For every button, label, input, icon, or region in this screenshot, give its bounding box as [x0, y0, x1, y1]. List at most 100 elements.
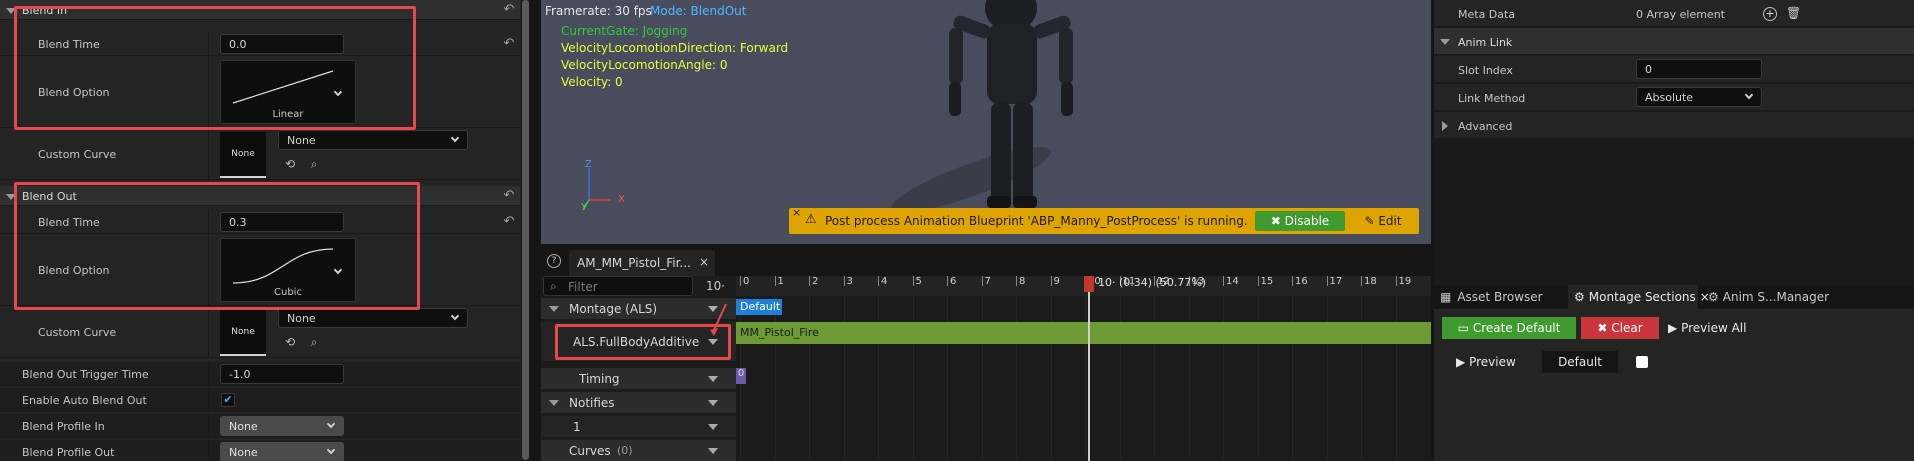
postprocess-warning-bar: × ⚠ Post process Animation Blueprint 'AB…	[789, 206, 1419, 234]
axis-y-label: Y	[581, 202, 588, 213]
anim-segment[interactable]: MM_Pistol_Fire	[736, 322, 1431, 344]
reset-to-default-icon[interactable]: ↶	[502, 215, 516, 229]
reset-to-default-icon[interactable]: ↶	[502, 3, 516, 17]
timeline-tick-label: 4	[881, 276, 888, 287]
timeline-gridline	[1326, 286, 1328, 461]
property-row-blend-out-custom-curve: Custom Curve None None ⟲ ⌕	[0, 306, 520, 358]
timeline-tick-label: 6	[950, 276, 957, 287]
track-notifies[interactable]: Notifies	[541, 392, 736, 414]
clear-button[interactable]: ✖ Clear	[1581, 317, 1659, 339]
collapse-arrow-icon[interactable]	[549, 400, 559, 406]
timeline-tick-label: 14	[1226, 276, 1239, 287]
button-label: Create Default	[1472, 321, 1561, 335]
custom-curve-thumbnail[interactable]: None	[220, 132, 266, 178]
preview-viewport[interactable]: Framerate: 30 fps Mode: BlendOut Current…	[541, 0, 1431, 244]
timeline-tick-label: 15	[1260, 276, 1274, 287]
dropdown-arrow-icon[interactable]	[708, 400, 718, 406]
chevron-down-icon	[326, 419, 336, 429]
search-icon: ⌕	[550, 279, 557, 293]
button-label: Preview	[1469, 355, 1516, 369]
tab-anim-slot-manager[interactable]: ⚙ Anim S...Manager	[1702, 285, 1832, 309]
annotation-arrow	[710, 303, 727, 336]
custom-curve-dropdown[interactable]: None	[278, 130, 468, 150]
close-icon[interactable]: ×	[699, 255, 709, 269]
tab-montage-asset[interactable]: AM_MM_Pistol_Fir... ×	[569, 250, 715, 276]
find-in-browser-icon[interactable]: ⌕	[306, 156, 322, 172]
edit-button[interactable]: ✎ Edit	[1355, 211, 1411, 231]
find-in-browser-icon[interactable]: ⌕	[306, 334, 322, 350]
property-label: Blend Profile Out	[22, 446, 115, 459]
property-label: Enable Auto Blend Out	[22, 394, 147, 407]
add-element-icon[interactable]: +	[1763, 7, 1777, 21]
timeline-tick	[1361, 276, 1362, 286]
slot-index-field[interactable]: 0	[1636, 59, 1762, 79]
custom-curve-thumbnail[interactable]: None	[220, 310, 266, 356]
playhead-handle[interactable]	[1084, 276, 1094, 292]
link-method-dropdown[interactable]: Absolute	[1636, 87, 1762, 107]
disable-button[interactable]: ✖ Disable	[1255, 211, 1345, 231]
reset-to-default-icon[interactable]: ↶	[502, 37, 516, 51]
property-label: Blend Profile In	[22, 420, 105, 433]
browse-asset-icon[interactable]: ⟲	[282, 156, 298, 172]
timeline-tick-label: 16	[1295, 276, 1308, 287]
track-filter-input[interactable]: ⌕ Filter	[543, 276, 693, 296]
dropdown-arrow-icon[interactable]	[708, 424, 718, 430]
blend-profile-out-dropdown[interactable]: None	[220, 442, 344, 461]
timeline-tick	[912, 276, 914, 286]
category-anim-link[interactable]: Anim Link	[1434, 28, 1914, 55]
montage-timeline[interactable]: 0 1 2 3 4 5 6 7 8 9 10 11 12 13 14 15 16 17 18 19 Default M…	[736, 276, 1431, 461]
property-label: Link Method	[1458, 92, 1526, 105]
tab-montage-sections[interactable]: ⚙ Montage Sections ×	[1568, 285, 1710, 309]
dropdown-arrow-icon[interactable]	[708, 376, 718, 382]
collapse-arrow-icon[interactable]	[1440, 39, 1450, 45]
custom-curve-dropdown[interactable]: None	[278, 308, 468, 328]
timeline-tick	[947, 276, 948, 286]
blend-out-trigger-time-field[interactable]: -1.0	[220, 364, 344, 384]
category-label: Advanced	[1458, 120, 1513, 133]
dropdown-arrow-icon[interactable]	[708, 448, 718, 454]
document-icon: ▭	[1457, 321, 1469, 335]
details-scrollbar[interactable]	[521, 0, 530, 461]
property-label: Meta Data	[1458, 8, 1516, 21]
timeline-tick	[878, 276, 879, 286]
warning-icon: ⚠	[805, 212, 817, 227]
trash-icon[interactable]: 🗑	[1786, 6, 1801, 20]
preview-all-button[interactable]: ▶ Preview All	[1668, 317, 1758, 339]
blend-profile-in-dropdown[interactable]: None	[220, 416, 344, 436]
track-timing[interactable]: Timing	[541, 368, 736, 390]
property-row-meta-data: Meta Data 0 Array element + 🗑	[1434, 0, 1914, 27]
edit-label: Edit	[1378, 214, 1402, 228]
dropdown-value: None	[287, 134, 316, 147]
chevron-down-icon	[450, 133, 460, 143]
button-label: Preview All	[1681, 321, 1747, 335]
axis-x-label: X	[618, 194, 625, 205]
axis-z-label: Z	[585, 159, 592, 170]
tab-asset-browser[interactable]: ▦ Asset Browser	[1440, 285, 1566, 309]
property-row-enable-auto-blend-out: Enable Auto Blend Out ✔	[0, 388, 520, 412]
reset-to-default-icon[interactable]: ↶	[502, 189, 516, 203]
timeline-tick-label: 2	[812, 276, 819, 287]
close-icon[interactable]: ×	[792, 206, 801, 219]
segment-label: MM_Pistol_Fire	[740, 326, 819, 339]
track-curves[interactable]: Curves (0)	[541, 440, 736, 461]
category-advanced[interactable]: Advanced	[1434, 112, 1914, 139]
expand-arrow-icon[interactable]	[1442, 121, 1448, 131]
timeline-gridline	[1361, 286, 1362, 461]
track-notify-1[interactable]: 1	[541, 416, 736, 438]
details-right-panel: Meta Data 0 Array element + 🗑 Anim Link …	[1434, 0, 1914, 461]
property-row-blend-out-trigger-time: Blend Out Trigger Time -1.0	[0, 362, 520, 386]
timing-marker[interactable]: 0	[736, 368, 746, 384]
section-default-pill[interactable]: Default	[1542, 351, 1618, 373]
browse-asset-icon[interactable]: ⟲	[282, 334, 298, 350]
create-default-button[interactable]: ▭ Create Default	[1442, 317, 1576, 339]
section-checkbox[interactable]	[1636, 356, 1648, 368]
preview-button[interactable]: ▶ Preview	[1456, 351, 1526, 373]
enable-auto-blend-out-checkbox[interactable]: ✔	[221, 393, 235, 407]
property-row-blend-in-custom-curve: Custom Curve None None ⟲ ⌕	[0, 128, 520, 180]
help-icon[interactable]: ?	[547, 254, 561, 268]
collapse-arrow-icon[interactable]	[549, 306, 559, 312]
scrollbar-thumb[interactable]	[522, 0, 529, 460]
snap-setting[interactable]: 10·	[706, 279, 725, 293]
montage-section-default[interactable]: Default	[736, 299, 782, 315]
timeline-tick	[1050, 276, 1052, 286]
